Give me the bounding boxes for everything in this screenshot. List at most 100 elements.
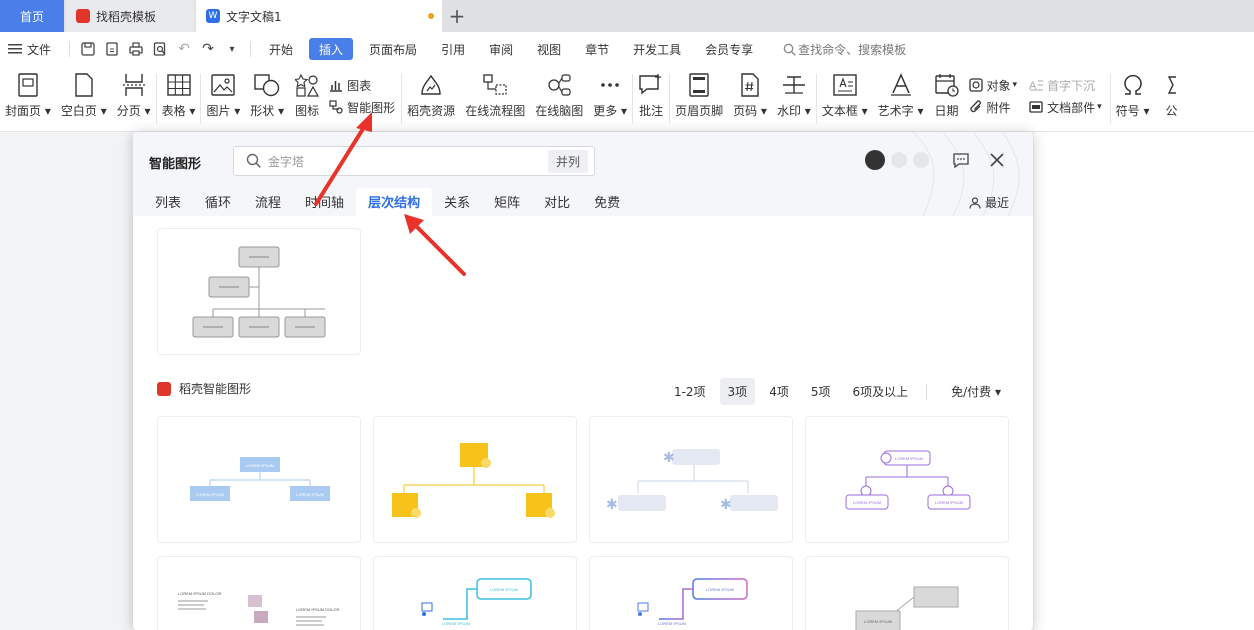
category-hierarchy[interactable]: 层次结构 <box>356 188 433 216</box>
wordart-button[interactable]: 艺术字 ▾ <box>873 66 929 119</box>
more-dots-icon <box>597 72 623 98</box>
price-filter-dropdown[interactable]: 免/付费 ▾ <box>943 378 1009 405</box>
menu-section[interactable]: 章节 <box>573 38 621 60</box>
chevron-down-icon[interactable]: ▾ <box>223 40 241 58</box>
section-title: 稻壳智能图形 <box>179 382 252 396</box>
icon-button[interactable]: 图标 <box>289 66 325 119</box>
online-flowchart-button[interactable]: 在线流程图 <box>460 66 530 119</box>
menu-page-layout[interactable]: 页面布局 <box>357 38 429 60</box>
template-card-text-list[interactable]: LOREM IPSUM DOLOR LOREM IPSUM DOLOR <box>157 556 361 630</box>
template-card-gray-blue[interactable]: ✱ ✱ ✱ <box>589 416 793 543</box>
close-icon[interactable] <box>987 150 1007 170</box>
template-thumbnail: LOREM IPSUM <box>855 586 959 630</box>
chart-button[interactable]: 图表 <box>329 74 395 96</box>
category-free[interactable]: 免费 <box>582 188 632 216</box>
category-relationship[interactable]: 关系 <box>432 188 482 216</box>
template-thumbnail: LOREM IPSUM LOREM IPSUM LOREM IPSUM <box>190 457 330 501</box>
online-mindmap-button[interactable]: 在线脑图 <box>530 66 588 119</box>
category-timeline[interactable]: 时间轴 <box>293 188 356 216</box>
thumbnail-label: LOREM IPSUM <box>658 621 686 626</box>
menu-review[interactable]: 审阅 <box>477 38 525 60</box>
docer-smartart-section: 稻壳智能图形 <box>157 380 251 397</box>
document-part-button[interactable]: 文档部件 ▾ <box>1029 96 1102 118</box>
template-card-cyan[interactable]: LOREM IPSUM LOREM IPSUM <box>373 556 577 630</box>
new-tab-button[interactable]: + <box>442 0 472 32</box>
filter-3[interactable]: 3项 <box>719 378 756 405</box>
hamburger-icon <box>8 44 22 54</box>
tab-home[interactable]: 首页 <box>0 0 64 32</box>
attachment-button[interactable]: 附件 <box>969 96 1018 118</box>
document-page[interactable] <box>1034 132 1254 630</box>
page-number-button[interactable]: 页码 ▾ <box>728 66 772 119</box>
blank-page-button[interactable]: 空白页 ▾ <box>56 66 112 119</box>
filter-1-2[interactable]: 1-2项 <box>666 378 714 405</box>
template-card-purple[interactable]: LOREM IPSUM LOREM IPSUM LOREM IPSUM <box>805 416 1009 543</box>
basic-hierarchy-template[interactable] <box>157 228 361 355</box>
smartart-search[interactable]: 金字塔 并列 <box>233 146 595 176</box>
feedback-chat-icon[interactable] <box>951 150 971 170</box>
shape-button[interactable]: 形状 ▾ <box>245 66 289 119</box>
textbox-label: 文本框 <box>821 104 858 118</box>
redo-icon[interactable]: ↷ <box>199 40 217 58</box>
comment-button[interactable]: 批注 <box>633 66 669 119</box>
search-mode-button[interactable]: 并列 <box>547 149 588 173</box>
chart-smartart-group: 图表 智能图形 <box>325 66 401 118</box>
textbox-button[interactable]: 文本框 ▾ <box>817 66 873 119</box>
export-pdf-icon[interactable] <box>103 40 121 58</box>
search-input[interactable]: 金字塔 <box>268 153 548 170</box>
docer-resource-button[interactable]: 稻壳资源 <box>402 66 460 119</box>
filter-5[interactable]: 5项 <box>803 378 839 405</box>
drop-cap-button[interactable]: A 首字下沉 <box>1029 74 1102 96</box>
table-button[interactable]: 表格 ▾ <box>157 66 201 119</box>
print-preview-icon[interactable] <box>151 40 169 58</box>
picture-button[interactable]: 图片 ▾ <box>201 66 245 119</box>
menu-developer[interactable]: 开发工具 <box>621 38 693 60</box>
document-part-icon <box>1029 101 1043 113</box>
category-list[interactable]: 列表 <box>143 188 193 216</box>
symbol-button[interactable]: 符号 ▾ <box>1111 66 1155 119</box>
filter-4[interactable]: 4项 <box>761 378 797 405</box>
drop-cap-icon: A <box>1029 80 1044 92</box>
menu-view[interactable]: 视图 <box>525 38 573 60</box>
tab-document[interactable]: W 文字文稿1 <box>196 0 442 32</box>
smartart-button[interactable]: 智能图形 <box>329 96 395 118</box>
recent-button[interactable]: 最近 <box>969 194 1009 211</box>
template-card-yellow[interactable] <box>373 416 577 543</box>
print-icon[interactable] <box>127 40 145 58</box>
attachment-label: 附件 <box>986 100 1011 115</box>
date-button[interactable]: 日期 <box>929 66 965 119</box>
menu-start[interactable]: 开始 <box>257 38 305 60</box>
category-process[interactable]: 流程 <box>243 188 293 216</box>
category-comparison[interactable]: 对比 <box>532 188 582 216</box>
file-menu[interactable]: 文件 <box>6 38 63 60</box>
menu-references[interactable]: 引用 <box>429 38 477 60</box>
object-button[interactable]: 对象 ▾ <box>968 74 1017 96</box>
thumbnail-label: LOREM IPSUM <box>490 587 518 592</box>
filter-6-plus[interactable]: 6项及以上 <box>844 378 916 405</box>
tab-docer-template[interactable]: 找稻壳模板 <box>66 0 194 32</box>
category-matrix[interactable]: 矩阵 <box>482 188 532 216</box>
more-button[interactable]: 更多 ▾ <box>588 66 632 119</box>
avatar[interactable] <box>865 150 885 170</box>
watermark-button[interactable]: 水印 ▾ <box>772 66 816 119</box>
header-footer-button[interactable]: 页眉页脚 <box>670 66 728 119</box>
menu-member[interactable]: 会员专享 <box>693 38 765 60</box>
header-footer-label: 页眉页脚 <box>675 104 724 118</box>
calendar-icon <box>934 72 960 98</box>
save-icon[interactable] <box>79 40 97 58</box>
template-card-gray-tree[interactable]: LOREM IPSUM <box>805 556 1009 630</box>
page-break-button[interactable]: 分页 ▾ <box>112 66 156 119</box>
command-search[interactable]: 查找命令、搜索模板 <box>771 38 918 60</box>
category-cycle[interactable]: 循环 <box>193 188 243 216</box>
dialog-controls <box>865 150 1007 170</box>
cover-page-button[interactable]: 封面页 ▾ <box>0 66 56 119</box>
paperclip-icon <box>969 100 981 113</box>
page-number-icon <box>737 72 763 98</box>
formula-button[interactable]: 公 <box>1154 66 1189 119</box>
template-card-blue[interactable]: LOREM IPSUM LOREM IPSUM LOREM IPSUM <box>157 416 361 543</box>
undo-icon[interactable]: ↶ <box>175 40 193 58</box>
tab-home-label: 首页 <box>19 9 44 24</box>
menu-insert[interactable]: 插入 <box>309 38 354 60</box>
comment-icon <box>638 72 664 98</box>
template-card-gradient[interactable]: LOREM IPSUM LOREM IPSUM <box>589 556 793 630</box>
